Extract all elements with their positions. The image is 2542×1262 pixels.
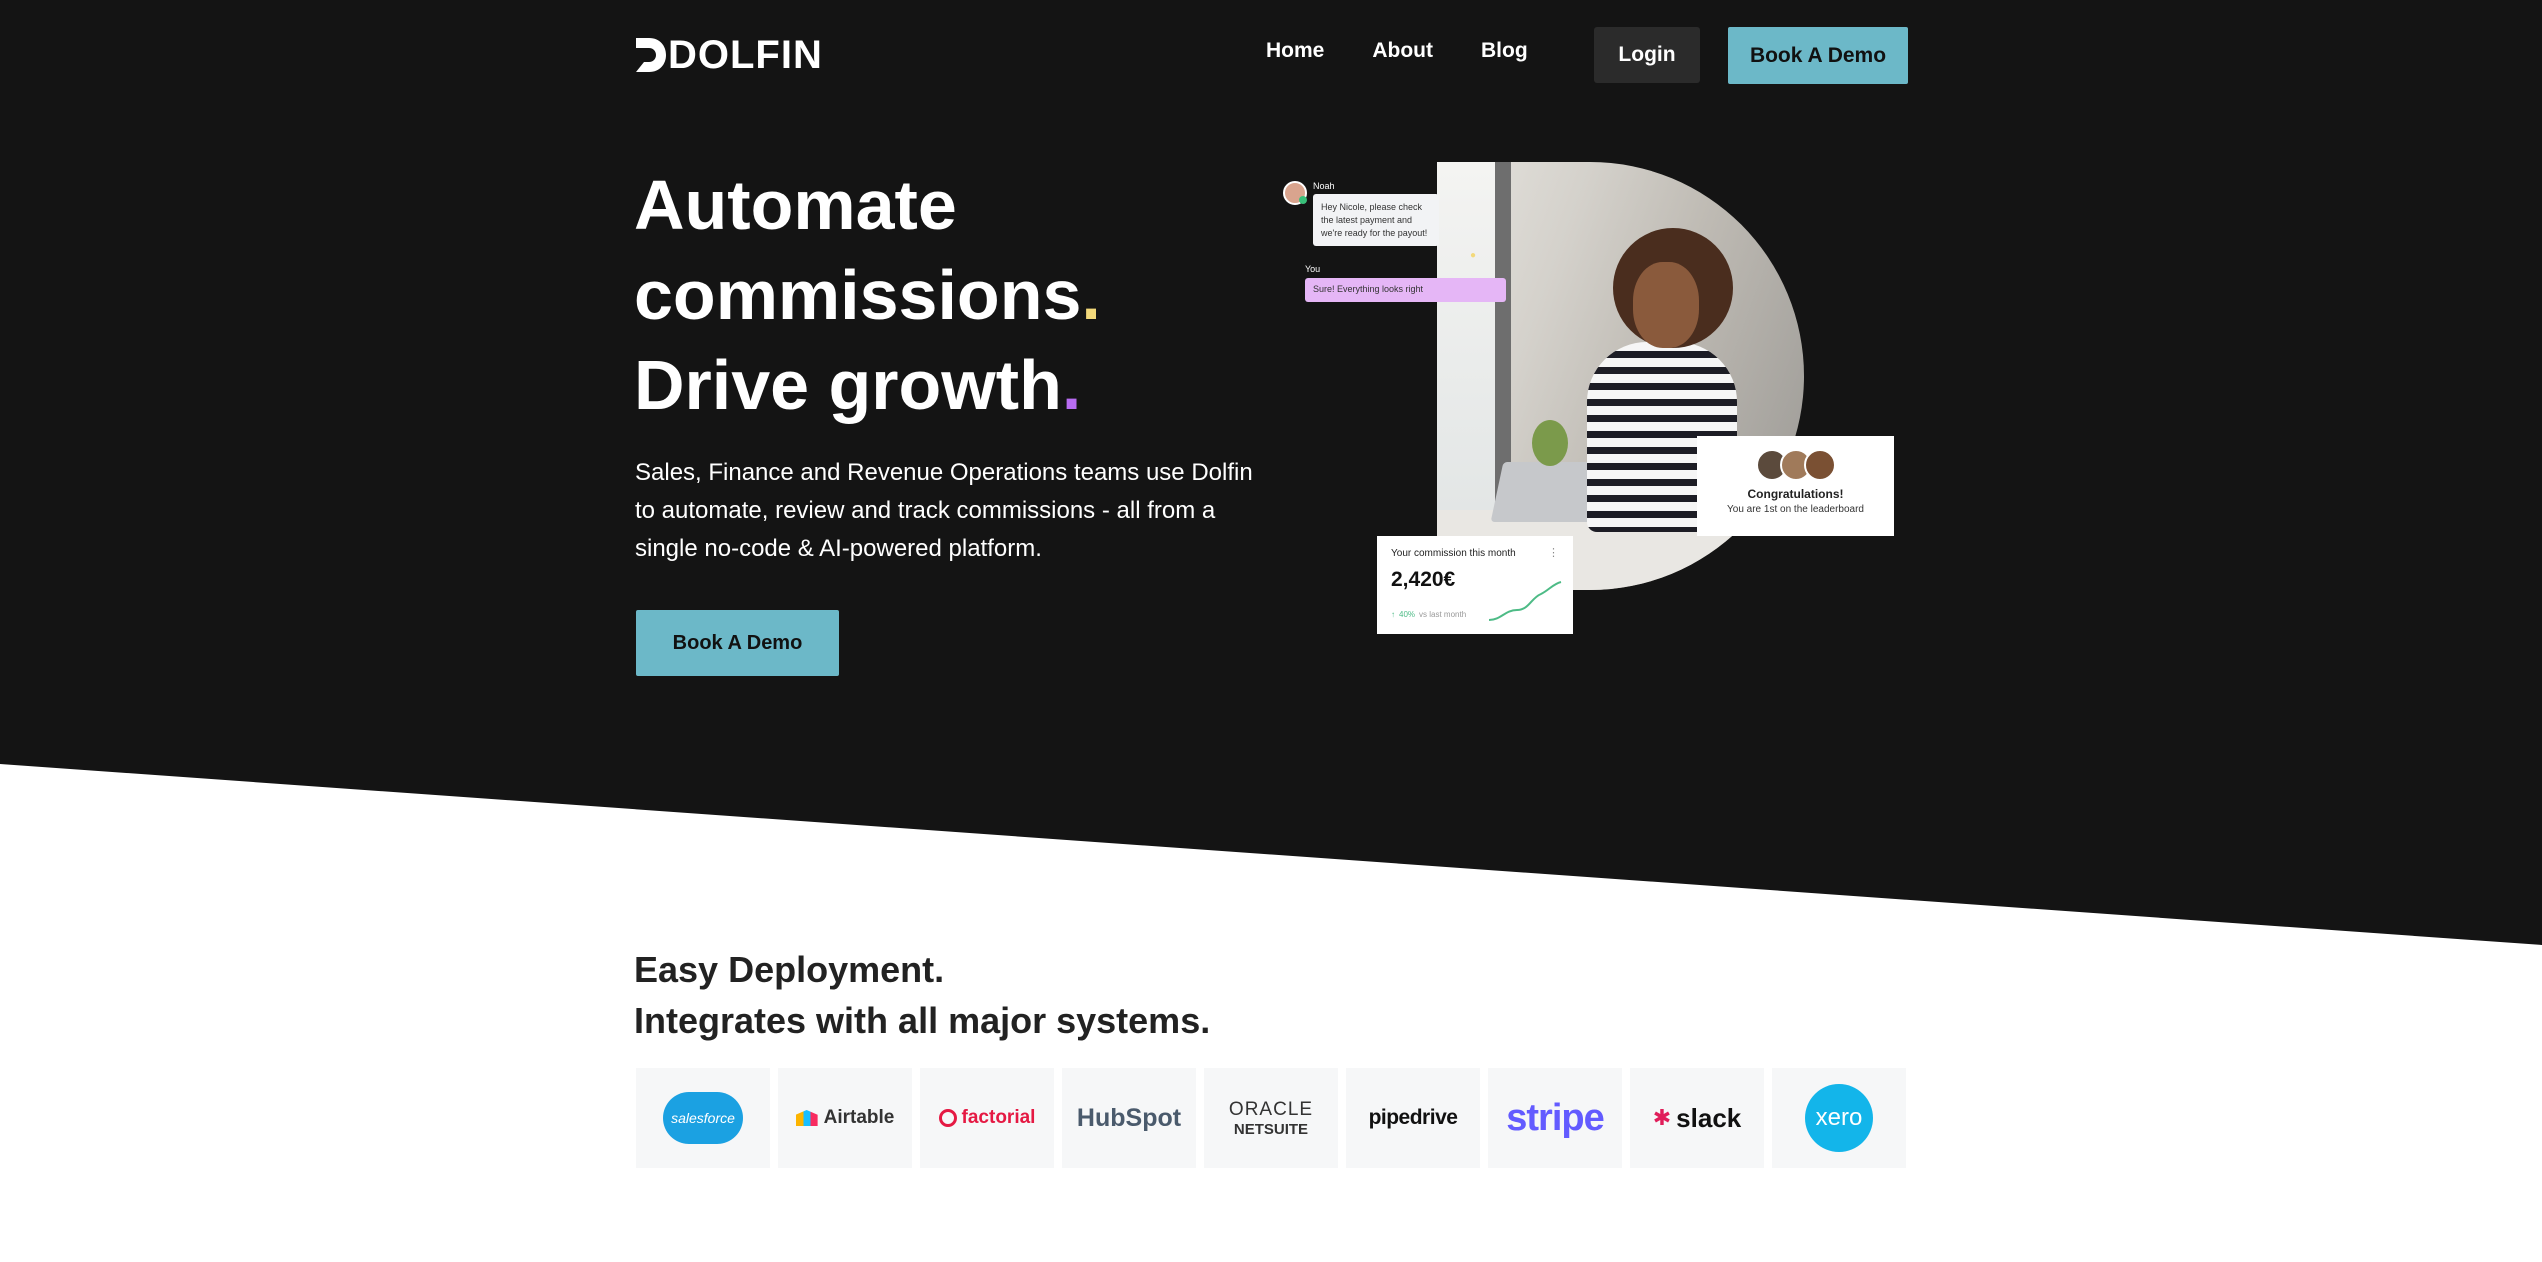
- nav-about[interactable]: About: [1372, 39, 1433, 63]
- online-status-icon: [1299, 196, 1307, 204]
- commission-trend-label: vs last month: [1419, 610, 1467, 619]
- hubspot-label: HubSpot: [1076, 1103, 1182, 1132]
- nav-blog[interactable]: Blog: [1481, 39, 1528, 63]
- hero-title-drive-growth: Drive growth: [634, 346, 1062, 424]
- commission-trend-value: 40%: [1399, 610, 1416, 619]
- hero-title-line-3: Drive growth.: [634, 340, 1101, 430]
- login-button[interactable]: Login: [1594, 27, 1700, 83]
- logo-factorial: factorial: [920, 1068, 1054, 1168]
- main-nav: Home About Blog: [1266, 39, 1528, 63]
- slack-icon: ✱: [1652, 1105, 1672, 1130]
- photo-plant: [1532, 420, 1568, 466]
- logo-hubspot: HubSpot: [1062, 1068, 1196, 1168]
- leaderboard-card: Congratulations! You are 1st on the lead…: [1697, 436, 1894, 536]
- chat-reply-name: You: [1305, 264, 1321, 274]
- stripe-label: stripe: [1506, 1096, 1604, 1139]
- logo-airtable: Airtable: [778, 1068, 912, 1168]
- integrations-title-line-1: Easy Deployment.: [634, 949, 945, 990]
- salesforce-icon: salesforce: [663, 1092, 743, 1144]
- leaderboard-avatars: [1755, 449, 1836, 481]
- logo-xero: xero: [1772, 1068, 1906, 1168]
- integration-logos: salesforce Airtable factorial HubSpot OR…: [636, 1068, 1906, 1168]
- congrats-subtitle: You are 1st on the leaderboard: [1727, 504, 1864, 515]
- slack-label: slack: [1676, 1102, 1742, 1133]
- book-demo-hero-button[interactable]: Book A Demo: [636, 610, 839, 676]
- hero-title-line-1: Automate: [634, 166, 957, 244]
- hero-subtitle: Sales, Finance and Revenue Operations te…: [635, 459, 1253, 562]
- commission-trend: ↑ 40% vs last month: [1391, 610, 1466, 619]
- hero-title: Automate commissions. Drive growth.: [634, 160, 1101, 430]
- logo-salesforce: salesforce: [636, 1068, 770, 1168]
- factorial-label: factorial: [961, 1107, 1036, 1128]
- pipedrive-label: pipedrive: [1368, 1106, 1458, 1129]
- hero-dot-purple: .: [1061, 346, 1082, 424]
- brand-name: DOLFIN: [668, 33, 823, 77]
- chat-reply-message: Sure! Everything looks right: [1305, 278, 1506, 302]
- dolfin-d-icon: [636, 38, 666, 72]
- commission-label: Your commission this month: [1391, 548, 1516, 559]
- logo-stripe: stripe: [1488, 1068, 1622, 1168]
- arrow-up-icon: ↑: [1391, 610, 1395, 619]
- xero-icon: xero: [1805, 1084, 1873, 1152]
- hero-title-line-2: commissions.: [634, 250, 1101, 340]
- integrations-title: Easy Deployment. Integrates with all maj…: [634, 944, 1210, 1046]
- factorial-icon: [938, 1109, 957, 1127]
- logo-pipedrive: pipedrive: [1346, 1068, 1480, 1168]
- nav-home[interactable]: Home: [1266, 39, 1324, 63]
- chat-sender-name: Noah: [1313, 181, 1335, 191]
- logo-oracle-netsuite: ORACLE NETSUITE: [1204, 1068, 1338, 1168]
- logo-slack: ✱ slack: [1630, 1068, 1764, 1168]
- netsuite-label: NETSUITE: [1233, 1120, 1309, 1138]
- more-vertical-icon: ⋮: [1548, 547, 1559, 559]
- chat-sender-message: Hey Nicole, please check the latest paym…: [1313, 194, 1439, 246]
- thumbs-up-icon: ●: [1470, 250, 1477, 261]
- oracle-label: ORACLE: [1228, 1098, 1314, 1120]
- hero-dot-yellow: .: [1081, 256, 1101, 334]
- avatar: [1803, 449, 1836, 481]
- commission-sparkline: [1488, 581, 1562, 621]
- book-demo-header-button[interactable]: Book A Demo: [1728, 27, 1908, 84]
- dolfin-logo[interactable]: DOLFIN: [636, 33, 823, 77]
- commission-card: Your commission this month ⋮ 2,420€ ↑ 40…: [1377, 536, 1573, 634]
- hero-title-commissions: commissions: [634, 256, 1082, 334]
- airtable-icon: [795, 1110, 818, 1126]
- photo-person-face: [1633, 262, 1699, 348]
- integrations-title-line-2: Integrates with all major systems.: [634, 1000, 1211, 1041]
- congrats-title: Congratulations!: [1747, 487, 1844, 501]
- airtable-label: Airtable: [823, 1107, 895, 1128]
